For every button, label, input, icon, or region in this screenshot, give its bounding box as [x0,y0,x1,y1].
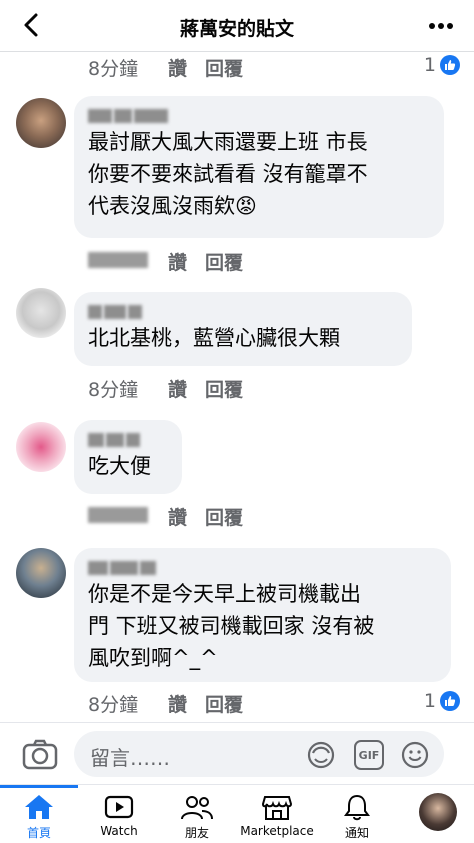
like-link[interactable]: 讚 [168,503,187,530]
tab-notifications-label: 通知 [344,826,369,840]
tab-marketplace-label: Marketplace [240,824,314,838]
bottom-navigation: 首頁 Watch 朋友 Marketplace 通知 [0,784,474,843]
comment-time-pixelated [88,506,150,528]
profile-avatar [419,793,457,831]
avatar[interactable] [16,98,66,148]
reply-link[interactable]: 回覆 [205,375,243,402]
like-link[interactable]: 讚 [168,54,187,81]
comment-meta: 8分鐘 讚 回覆 [88,375,243,402]
comment-time: 8分鐘 [88,58,139,80]
avatar[interactable] [16,288,66,338]
marketplace-icon [261,796,293,820]
comment-meta: 8分鐘 讚 回覆 [88,54,243,81]
author-name-pixelated[interactable] [88,106,430,126]
comment-text: 吃大便 [88,454,151,478]
top-bar: 蔣萬安的貼文 [0,0,474,52]
tab-friends-label: 朋友 [184,826,209,840]
comment-text: 你是不是今天早上被司機載出 門 下班又被司機載回家 沒有被 風吹到啊^_^ [88,582,375,670]
comment-time: 8分鐘 [88,694,139,716]
more-options-icon[interactable] [426,12,456,40]
like-link[interactable]: 讚 [168,375,187,402]
reply-link[interactable]: 回覆 [205,248,243,275]
author-name-pixelated[interactable] [88,302,398,322]
comment-bubble: 吃大便 [74,420,182,494]
tab-marketplace[interactable]: Marketplace [236,785,318,843]
tab-watch-label: Watch [100,824,138,838]
author-name-pixelated[interactable] [88,558,437,578]
reply-link[interactable]: 回覆 [205,503,243,530]
reaction-count-value: 1 [423,54,436,76]
reply-link[interactable]: 回覆 [205,690,243,717]
comment-bubble: 最討厭大風大雨還要上班 市長 你要不要來試看看 沒有籠罩不 代表沒風沒雨欸😡 [74,96,444,238]
like-link[interactable]: 讚 [168,690,187,717]
comment-input-placeholder: 留言…… [90,746,170,770]
comment-meta: 讚 回覆 [88,503,243,530]
comment-input[interactable]: 留言…… GIF [74,731,444,777]
reply-link[interactable]: 回覆 [205,54,243,81]
like-link[interactable]: 讚 [168,248,187,275]
reaction-count[interactable]: 1 [424,54,460,76]
comment-text: 最討厭大風大雨還要上班 市長 你要不要來試看看 沒有籠罩不 代表沒風沒雨欸😡 [88,130,368,218]
tab-menu-profile[interactable] [402,785,474,843]
comment-time: 8分鐘 [88,379,139,401]
comment-bubble: 你是不是今天早上被司機載出 門 下班又被司機載回家 沒有被 風吹到啊^_^ [74,548,451,682]
like-reaction-icon [440,691,460,711]
comment-time-pixelated [88,251,150,273]
tab-watch[interactable]: Watch [80,785,158,843]
comment-composer: 留言…… GIF [0,722,474,784]
friends-icon [181,796,213,820]
camera-icon[interactable] [22,738,58,770]
like-reaction-icon [440,55,460,75]
bell-icon [344,794,370,821]
tab-home-label: 首頁 [26,826,51,840]
tab-friends[interactable]: 朋友 [158,785,236,843]
avatar-sticker-icon[interactable] [306,740,336,770]
avatar[interactable] [16,422,66,472]
comment-meta: 讚 回覆 [88,248,243,275]
author-name-pixelated[interactable] [88,430,168,450]
page-title: 蔣萬安的貼文 [179,18,294,40]
emoji-icon[interactable] [400,740,430,770]
comment-meta: 8分鐘 讚 回覆 [88,690,243,717]
comment-bubble: 北北基桃，藍營心臟很大顆 [74,292,412,366]
gif-icon[interactable]: GIF [354,740,384,770]
reaction-count-value: 1 [423,690,436,712]
tab-notifications[interactable]: 通知 [318,785,396,843]
watch-icon [104,795,134,819]
tab-home[interactable]: 首頁 [0,785,78,843]
avatar[interactable] [16,548,66,598]
reaction-count[interactable]: 1 [424,690,460,712]
comment-text: 北北基桃，藍營心臟很大顆 [88,326,340,350]
home-icon [25,795,53,819]
